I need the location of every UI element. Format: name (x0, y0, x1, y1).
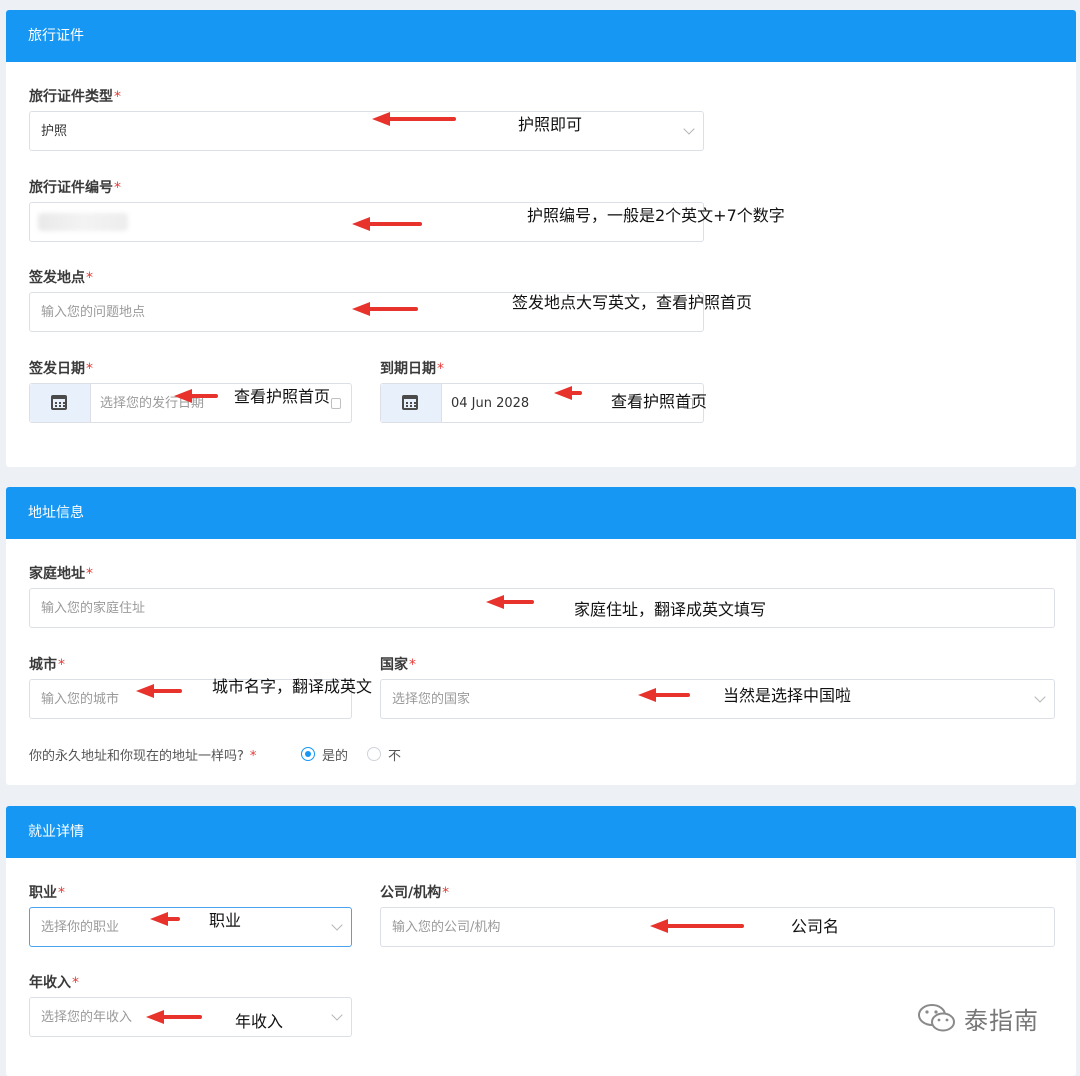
doc-type-select[interactable]: 护照 (29, 111, 704, 151)
annotation-note-expiry-date: 查看护照首页 (611, 392, 708, 411)
doc-number-label: 旅行证件编号* (29, 180, 121, 196)
annotation-note-doc-type: 护照即可 (518, 115, 583, 134)
occupation-select[interactable]: 选择你的职业 (29, 907, 352, 947)
country-placeholder: 选择您的国家 (392, 692, 471, 707)
annotation-note-issue-date: 查看护照首页 (234, 387, 331, 406)
required-mark: * (86, 361, 93, 377)
annotation-arrow (352, 302, 418, 316)
country-select[interactable]: 选择您的国家 (380, 679, 1055, 719)
watermark-text: 泰指南 (964, 1007, 1039, 1035)
section-header-travel: 旅行证件 (6, 10, 1076, 62)
annotation-arrow (150, 912, 180, 926)
company-label: 公司/机构* (380, 885, 450, 901)
required-mark: * (114, 180, 121, 196)
annotation-arrow (352, 217, 422, 231)
issue-place-placeholder: 输入您的问题地点 (41, 305, 146, 320)
annotation-note-occupation: 职业 (209, 911, 242, 930)
home-address-placeholder: 输入您的家庭住址 (41, 601, 146, 616)
section-header-address: 地址信息 (6, 487, 1076, 539)
annotation-arrow (146, 1010, 202, 1024)
annotation-arrow (136, 684, 182, 698)
wechat-icon (918, 1004, 955, 1032)
required-mark: * (86, 566, 93, 582)
city-placeholder: 输入您的城市 (41, 692, 120, 707)
annotation-arrow (174, 389, 218, 403)
annotation-note-country: 当然是选择中国啦 (723, 686, 852, 705)
annotation-note-doc-number: 护照编号，一般是2个英文+7个数字 (527, 206, 785, 225)
issue-date-label: 签发日期* (29, 361, 93, 377)
section-header-employment: 就业详情 (6, 806, 1076, 858)
required-mark: * (442, 885, 450, 901)
home-address-input[interactable]: 输入您的家庭住址 (29, 588, 1055, 628)
annotation-note-issue-place: 签发地点大写英文，查看护照首页 (512, 293, 753, 312)
required-mark: * (437, 361, 444, 377)
permanent-address-question: 你的永久地址和你现在的地址一样吗? * (29, 749, 257, 764)
occupation-placeholder: 选择你的职业 (41, 920, 120, 935)
required-mark: * (86, 270, 93, 286)
required-mark: * (58, 885, 65, 901)
company-placeholder: 输入您的公司/机构 (392, 920, 501, 935)
annotation-note-income: 年收入 (235, 1012, 284, 1031)
clear-icon[interactable] (331, 398, 341, 409)
expiry-date-label: 到期日期* (380, 361, 444, 377)
required-mark: * (114, 89, 121, 105)
annotation-arrow (372, 112, 456, 126)
address-section: 地址信息 (6, 487, 1076, 785)
annotation-note-company: 公司名 (791, 917, 840, 936)
income-label: 年收入* (29, 975, 79, 991)
radio-no-label[interactable]: 不 (388, 745, 401, 764)
required-mark: * (72, 975, 79, 991)
issue-date-picker-button[interactable] (30, 384, 91, 422)
income-placeholder: 选择您的年收入 (41, 1010, 133, 1025)
annotation-note-city: 城市名字，翻译成英文 (212, 677, 373, 696)
redacted-value (38, 213, 128, 231)
doc-type-value: 护照 (41, 124, 68, 139)
occupation-label: 职业* (29, 885, 65, 901)
chevron-down-icon (331, 1009, 343, 1021)
required-mark: * (249, 749, 257, 764)
doc-type-label: 旅行证件类型* (29, 89, 121, 105)
annotation-arrow (486, 595, 534, 609)
annotation-arrow (638, 688, 690, 702)
home-address-label: 家庭地址* (29, 566, 93, 582)
annotation-arrow (554, 386, 582, 400)
issue-place-label: 签发地点* (29, 270, 93, 286)
required-mark: * (409, 657, 416, 673)
annotation-note-home: 家庭住址，翻译成英文填写 (574, 600, 767, 619)
country-label: 国家* (380, 657, 416, 673)
chevron-down-icon (683, 123, 695, 135)
city-label: 城市* (29, 657, 65, 673)
radio-yes-label[interactable]: 是的 (322, 745, 348, 764)
chevron-down-icon (1034, 691, 1046, 703)
required-mark: * (58, 657, 65, 673)
annotation-arrow (650, 919, 744, 933)
calendar-icon (402, 395, 418, 410)
calendar-icon (51, 395, 67, 410)
expiry-date-value: 04 Jun 2028 (451, 396, 530, 411)
expiry-date-picker-button[interactable] (381, 384, 442, 422)
chevron-down-icon (331, 919, 343, 931)
radio-yes[interactable] (301, 747, 315, 761)
radio-no[interactable] (367, 747, 381, 761)
